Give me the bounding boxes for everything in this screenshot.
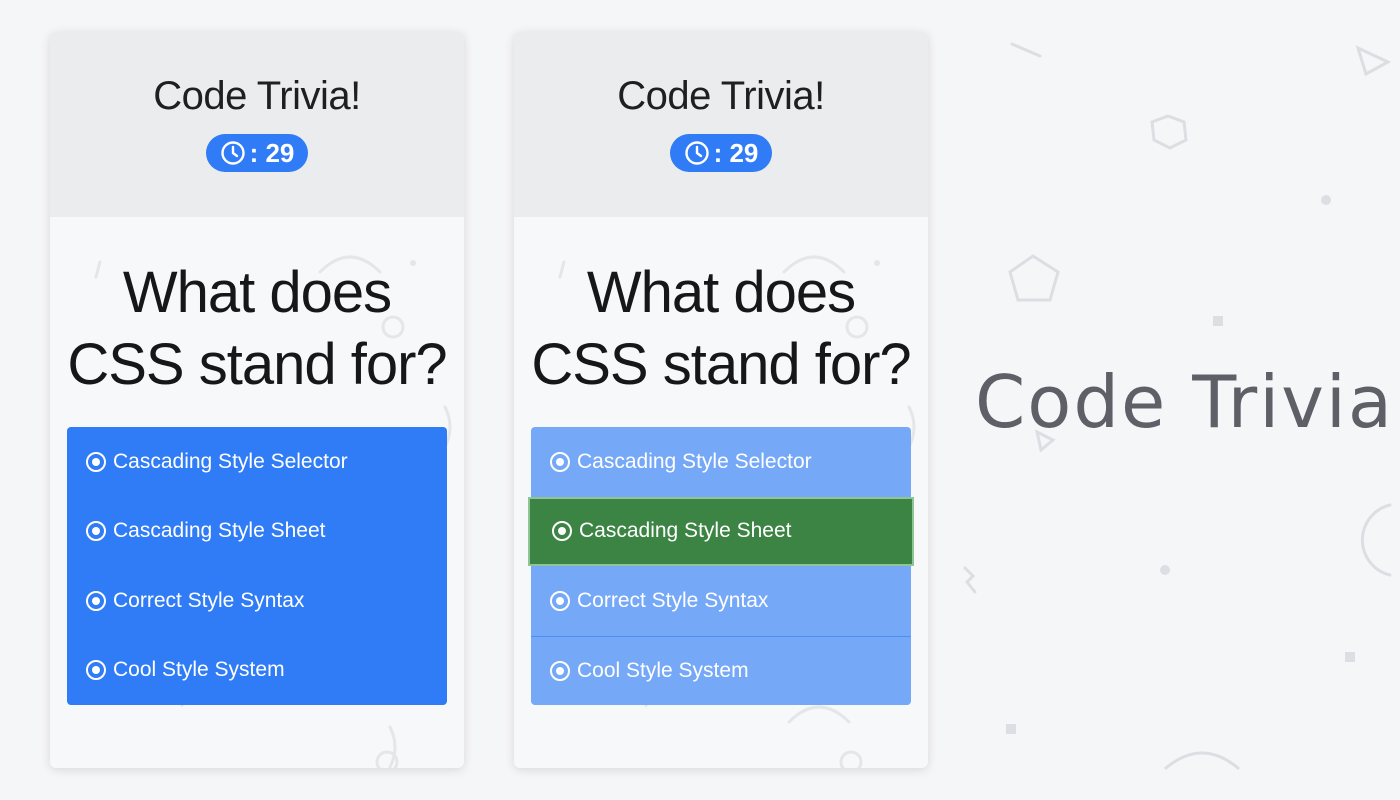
answer-label: Cascading Style Selector: [113, 449, 348, 473]
radio-icon: [86, 660, 106, 681]
question-text: What does CSS stand for?: [67, 260, 447, 397]
answer-option[interactable]: Cool Style System: [67, 636, 447, 706]
timer-badge: : 29: [669, 134, 773, 172]
radio-icon: [86, 451, 106, 472]
radio-icon: [550, 660, 570, 681]
quiz-body: What does CSS stand for? Cascading Style…: [50, 217, 464, 768]
answer-label: Cool Style System: [113, 658, 285, 682]
answer-list: Cascading Style Selector Cascading Style…: [67, 427, 447, 705]
clock-icon: [220, 141, 245, 165]
radio-icon: [86, 521, 106, 542]
brand-title: Code Trivia: [975, 360, 1394, 444]
answer-label: Cool Style System: [577, 658, 749, 682]
answer-option[interactable]: Cascading Style Selector: [531, 427, 911, 497]
answer-option[interactable]: Correct Style Syntax: [67, 566, 447, 636]
timer-value: : 29: [713, 137, 759, 168]
answer-label: Correct Style Syntax: [577, 588, 769, 612]
radio-icon: [552, 521, 572, 542]
question-text: What does CSS stand for?: [531, 260, 911, 397]
answer-option[interactable]: Cascading Style Selector: [67, 427, 447, 497]
answer-label: Correct Style Syntax: [113, 588, 305, 612]
quiz-header: Code Trivia! : 29: [514, 32, 928, 217]
quiz-header: Code Trivia! : 29: [50, 32, 464, 217]
answer-label: Cascading Style Sheet: [579, 519, 792, 543]
timer-badge: : 29: [205, 134, 309, 172]
answer-label: Cascading Style Sheet: [113, 519, 326, 543]
quiz-screen-unanswered: Code Trivia! : 29 What does CSS stand fo…: [50, 32, 464, 768]
answer-option[interactable]: Cool Style System: [531, 635, 911, 705]
radio-icon: [86, 590, 106, 611]
radio-icon: [550, 451, 570, 472]
quiz-body: What does CSS stand for? Cascading Style…: [514, 217, 928, 768]
answer-list: Cascading Style Selector Cascading Style…: [528, 427, 914, 705]
app-title: Code Trivia!: [153, 74, 361, 118]
timer-value: : 29: [249, 137, 295, 168]
radio-icon: [550, 590, 570, 611]
app-title: Code Trivia!: [617, 74, 825, 118]
answer-option[interactable]: Correct Style Syntax: [531, 566, 911, 636]
answer-label: Cascading Style Selector: [577, 449, 812, 473]
answer-option[interactable]: Cascading Style Sheet: [67, 497, 447, 567]
answer-option-correct[interactable]: Cascading Style Sheet: [528, 496, 914, 566]
clock-icon: [684, 141, 709, 165]
quiz-screen-answered: Code Trivia! : 29 What does CSS stand fo…: [514, 32, 928, 768]
